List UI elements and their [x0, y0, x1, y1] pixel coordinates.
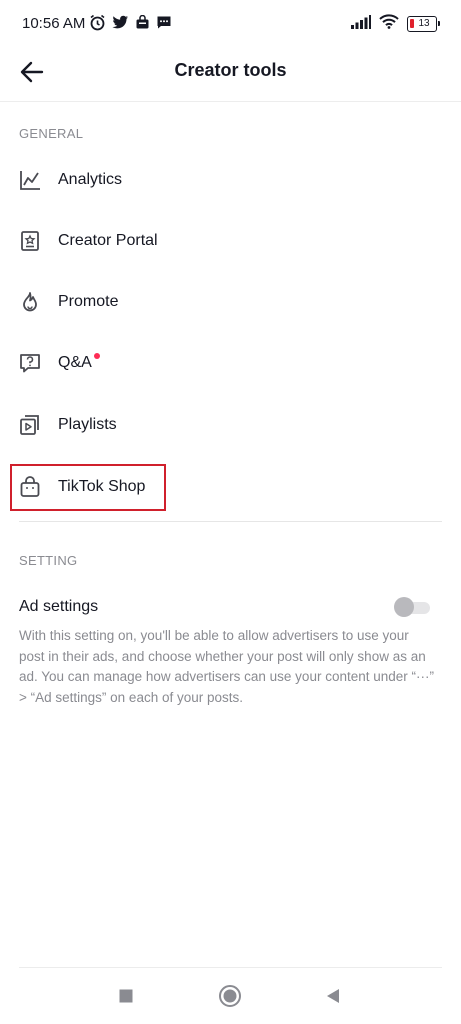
menu-label-qa: Q&A [58, 353, 100, 372]
menu-label-analytics: Analytics [58, 171, 123, 188]
menu-item-promote[interactable]: Promote [10, 277, 430, 327]
section-label-general: GENERAL [19, 126, 84, 141]
section-label-setting: SETTING [19, 553, 78, 568]
menu-item-analytics[interactable]: Analytics [10, 155, 430, 205]
status-time: 10:56 AM [22, 15, 86, 32]
alarm-icon [89, 14, 106, 36]
signal-icon [351, 14, 371, 34]
wifi-icon [379, 14, 399, 34]
back-triangle-icon [324, 987, 342, 1010]
playlist-icon [19, 414, 41, 436]
back-nav-button[interactable] [321, 986, 345, 1010]
menu-item-qa[interactable]: Q&A [10, 338, 430, 388]
menu-item-playlists[interactable]: Playlists [10, 400, 430, 450]
twitter-icon [112, 15, 129, 35]
message-icon [156, 15, 172, 35]
bag-icon [135, 14, 150, 35]
battery-indicator: 13 [407, 16, 440, 32]
top-header: Creator tools [0, 50, 461, 102]
menu-label-playlists: Playlists [58, 416, 117, 433]
status-system-icons: 13 [351, 14, 440, 34]
status-bar: 10:56 AM 13 [0, 0, 461, 50]
highlight-annotation-box [10, 464, 166, 511]
square-icon [118, 988, 134, 1009]
menu-label-promote: Promote [58, 293, 119, 310]
system-nav-bar [0, 978, 461, 1018]
ad-settings-description: With this setting on, you'll be able to … [19, 628, 434, 705]
page-title: Creator tools [174, 60, 287, 80]
nav-divider [19, 967, 442, 968]
analytics-icon [19, 169, 41, 191]
qa-icon [19, 352, 41, 374]
home-button[interactable] [218, 984, 242, 1013]
menu-item-creator-portal[interactable]: Creator Portal [10, 216, 430, 266]
creator-portal-icon [19, 230, 41, 252]
status-notification-icons [89, 14, 172, 36]
ad-settings-label: Ad settings [19, 598, 99, 615]
section-divider [19, 521, 442, 522]
recents-button[interactable] [114, 986, 138, 1010]
ad-settings-row: Ad settings [19, 592, 442, 622]
toggle-knob [394, 597, 414, 617]
ad-settings-toggle[interactable] [394, 597, 430, 617]
home-circle-icon [218, 984, 242, 1013]
notification-dot [93, 353, 100, 359]
menu-label-creator-portal: Creator Portal [58, 232, 158, 249]
flame-icon [19, 291, 41, 313]
qa-label-text: Q&A [58, 354, 92, 371]
